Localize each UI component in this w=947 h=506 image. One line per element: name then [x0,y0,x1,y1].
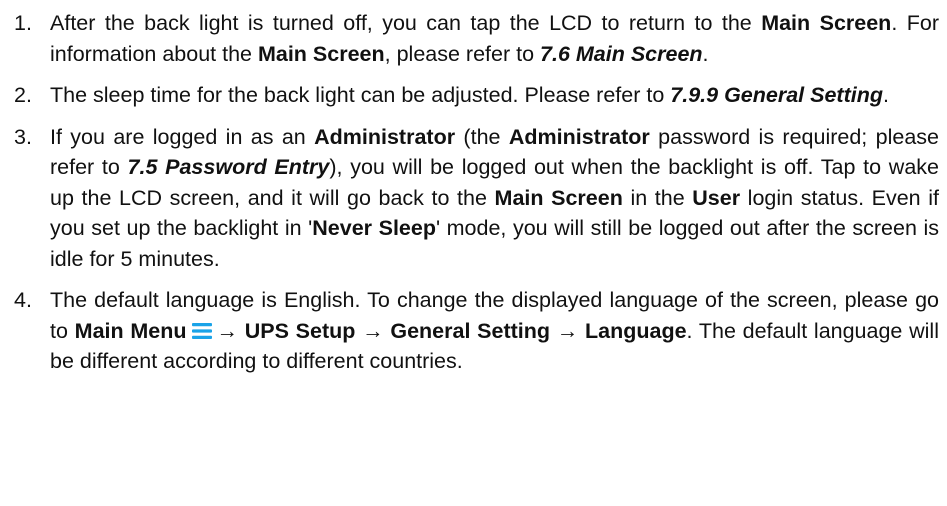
notes-list: 1. After the back light is turned off, yo… [14,8,939,377]
main-menu-icon [191,321,213,341]
list-item-number: 4. [14,288,32,312]
body-text: If you are logged in as an [50,124,315,149]
bold-term: Never Sleep [312,216,436,240]
bold-term: Administrator [508,124,650,149]
body-text: After the back light is turned off, you … [50,11,762,35]
bold-term: Main Menu [74,318,187,343]
bold-term: Main Screen [494,185,623,210]
list-item-number: 1. [14,11,32,35]
bold-term: → UPS Setup → General Setting → Language [216,318,687,343]
document-page: 1. After the back light is turned off, yo… [0,0,947,506]
bold-term: Administrator [314,124,456,149]
bold-term: Main Screen [761,11,892,35]
list-item: 3. If you are logged in as an Administrat… [14,122,939,275]
list-item: 1. After the back light is turned off, yo… [14,8,939,69]
list-item-number: 3. [14,124,32,149]
bold-term: User [692,185,741,210]
body-text: The sleep time for the back light can be… [50,83,671,107]
body-text: . [702,41,709,66]
body-text: in the [622,185,693,210]
body-text: , please refer to [384,41,541,66]
section-reference: 7.6 Main Screen [540,41,703,66]
list-item-number: 2. [14,83,32,107]
section-reference: 7.9.9 General Setting [670,83,883,107]
section-reference: 7.5 Password Entry [127,155,330,179]
body-text: . [882,83,889,107]
body-text: (the [455,124,509,149]
list-item: 4. The default language is English. To ch… [14,285,939,377]
list-item: 2. The sleep time for the back light can … [14,80,939,111]
bold-term: Main Screen [257,41,385,66]
